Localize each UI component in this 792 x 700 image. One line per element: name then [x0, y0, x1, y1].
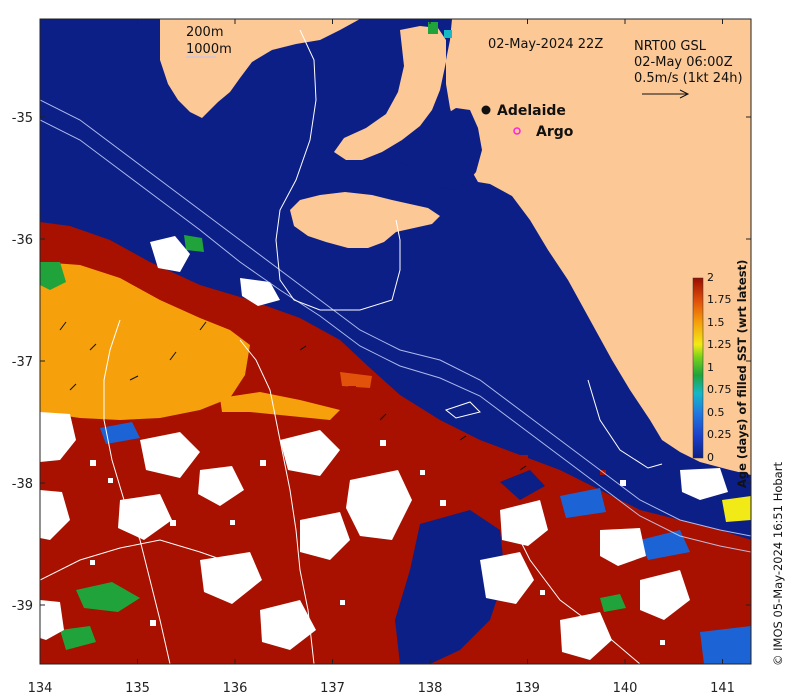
- y-tick-label: -39: [12, 599, 33, 614]
- x-tick-label: 140: [613, 681, 638, 696]
- colorbar-tick: 1.75: [707, 293, 732, 306]
- colorbar-tick: 1: [707, 361, 714, 374]
- colorbar-tick: 0: [707, 451, 714, 464]
- colorbar-tick: 0.5: [707, 406, 725, 419]
- x-tick-label: 137: [320, 681, 345, 696]
- scale-label: 0.5m/s (1kt 24h): [634, 71, 743, 86]
- colorbar-title: Age (days) of filled SST (wrt latest): [735, 260, 749, 488]
- place-label-argo: Argo: [536, 124, 574, 140]
- isobath-label-200m: 200m: [186, 25, 223, 40]
- colorbar-tick: 0.25: [707, 428, 732, 441]
- colorbar-tick: 0.75: [707, 383, 732, 396]
- y-tick-label: -37: [12, 355, 33, 370]
- y-tick-label: -36: [12, 233, 33, 248]
- model-label: NRT00 GSL: [634, 39, 707, 54]
- y-tick-label: -38: [12, 477, 33, 492]
- y-tick-label: -35: [12, 111, 33, 126]
- colorbar-tick: 2: [707, 271, 714, 284]
- colorbar-tick: 1.25: [707, 338, 732, 351]
- x-tick-label: 136: [223, 681, 248, 696]
- map-panel: Adelaide Argo 200m 1000m 02-May-2024 22Z…: [40, 19, 751, 664]
- x-tick-labels: 134 135 136 137 138 139 140 141: [28, 681, 735, 696]
- y-tick-labels: -35 -36 -37 -38 -39: [12, 111, 33, 614]
- colorbar-tick: 1.5: [707, 316, 725, 329]
- x-tick-label: 141: [710, 681, 735, 696]
- x-tick-label: 135: [125, 681, 150, 696]
- sst-age-map-figure: Adelaide Argo 200m 1000m 02-May-2024 22Z…: [12, 18, 785, 696]
- x-tick-label: 138: [418, 681, 443, 696]
- colorbar: [692, 277, 704, 459]
- isobath-label-1000m: 1000m: [186, 42, 232, 57]
- place-label-adelaide: Adelaide: [497, 103, 566, 119]
- date-label: 02-May-2024 22Z: [488, 37, 603, 52]
- current-time-label: 02-May 06:00Z: [634, 55, 733, 70]
- x-tick-label: 139: [515, 681, 540, 696]
- adelaide-marker: [481, 105, 491, 115]
- x-tick-label: 134: [28, 681, 53, 696]
- credit-label: © IMOS 05-May-2024 16:51 Hobart: [771, 462, 785, 666]
